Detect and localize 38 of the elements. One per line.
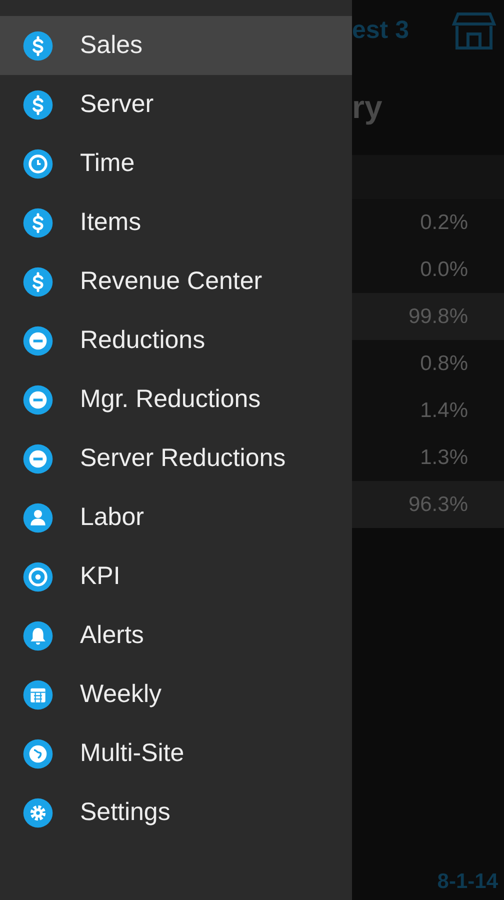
calendar-icon — [22, 678, 54, 710]
menu-item[interactable]: Weekly — [0, 665, 352, 724]
dollar-icon — [22, 266, 54, 298]
header-title: est 3 — [352, 16, 409, 44]
menu-item[interactable]: Revenue Center — [0, 252, 352, 311]
gear-icon — [22, 796, 54, 828]
menu-item[interactable]: Labor — [0, 488, 352, 547]
menu-item[interactable]: Alerts — [0, 606, 352, 665]
table-cell: 0.2% — [420, 210, 468, 234]
clock-icon — [22, 148, 54, 180]
store-icon[interactable] — [452, 10, 496, 50]
menu-item[interactable]: Server Reductions — [0, 429, 352, 488]
minus-icon — [22, 384, 54, 416]
menu-item[interactable]: Server — [0, 75, 352, 134]
dollar-icon — [22, 30, 54, 62]
menu-item[interactable]: Mgr. Reductions — [0, 370, 352, 429]
target-icon — [22, 560, 54, 592]
menu-item[interactable]: Settings — [0, 783, 352, 842]
table-cell: 99.8% — [408, 304, 468, 328]
date-label: 8-1-14 — [437, 870, 498, 894]
table-cell: 1.4% — [420, 398, 468, 422]
menu-item[interactable]: Sales — [0, 16, 352, 75]
menu-item[interactable]: KPI — [0, 547, 352, 606]
menu-item[interactable]: Reductions — [0, 311, 352, 370]
table-cell: 1.3% — [420, 446, 468, 470]
minus-icon — [22, 442, 54, 474]
dollar-icon — [22, 88, 54, 120]
menu-item[interactable]: Items — [0, 193, 352, 252]
dollar-icon — [22, 206, 54, 238]
menu-item[interactable]: Time — [0, 134, 352, 193]
bell-icon — [22, 620, 54, 652]
table-cell: 0.0% — [420, 258, 468, 282]
menu-item[interactable]: Multi-Site — [0, 724, 352, 783]
page-title: ry — [352, 88, 384, 127]
minus-icon — [22, 324, 54, 356]
person-icon — [22, 502, 54, 534]
table-cell: 96.3% — [408, 492, 468, 516]
table-cell: 0.8% — [420, 352, 468, 376]
